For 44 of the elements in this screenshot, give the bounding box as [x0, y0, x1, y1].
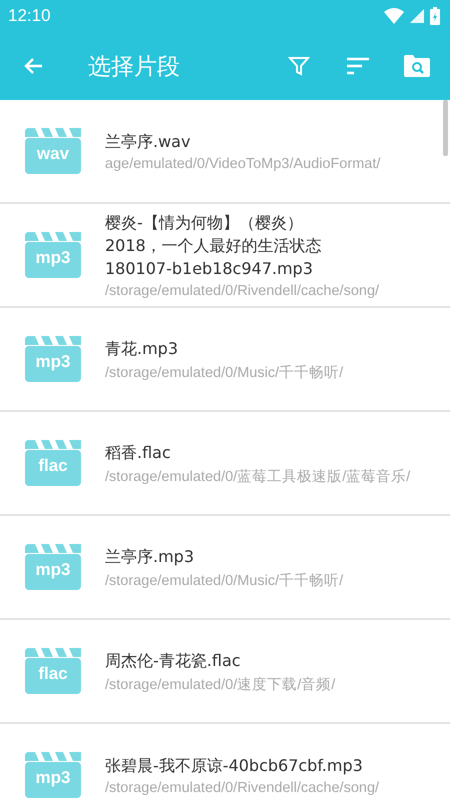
battery-icon [430, 7, 440, 25]
file-row[interactable]: flac 稻香.flac /storage/emulated/0/蓝莓工具极速版/蓝莓音乐/ [0, 412, 450, 516]
file-name: 青花.mp3 [105, 338, 180, 360]
file-path: /storage/emulated/0/Rivendell/cache/song/ [105, 283, 380, 299]
file-name: 兰亭序.mp3 [105, 546, 196, 568]
file-path: /storage/emulated/0/蓝莓工具极速版/蓝莓音乐/ [105, 468, 412, 486]
clapperboard-icon [25, 128, 81, 174]
file-name: 周杰伦-青花瓷.flac [105, 650, 242, 672]
clapperboard-icon [25, 232, 81, 278]
format-label: mp3 [34, 560, 72, 580]
format-label: mp3 [34, 768, 72, 788]
format-label: mp3 [34, 248, 72, 268]
screen-title: 选择片段 [88, 52, 181, 82]
format-label: wav [36, 144, 70, 164]
file-name: 兰亭序.wav [105, 131, 192, 153]
file-row[interactable]: wav 兰亭序.wav age/emulated/0/VideoToMp3/AudioFormat/ [0, 100, 450, 204]
clapperboard-icon [25, 336, 81, 382]
filter-button[interactable] [288, 55, 310, 77]
format-label: mp3 [34, 352, 72, 372]
clapperboard-icon [25, 648, 81, 694]
file-path: /storage/emulated/0/Music/千千畅听/ [105, 572, 344, 590]
signal-icon [410, 9, 424, 23]
file-row[interactable]: flac 周杰伦-青花瓷.flac /storage/emulated/0/速度下载/音频/ [0, 620, 450, 724]
file-name: 稻香.flac [105, 442, 172, 464]
wifi-icon [384, 8, 404, 24]
file-row[interactable]: mp3 樱炎-【情为何物】（樱炎） 2018，一个人最好的生活状态 180107-b1eb18c947.mp3 /storage/emulated/0/Rivendell/cache/song/ [0, 204, 450, 308]
clapperboard-icon [25, 544, 81, 590]
file-path: /storage/emulated/0/Rivendell/cache/song/ [105, 780, 380, 796]
format-label: flac [37, 664, 69, 684]
format-label: flac [37, 456, 69, 476]
file-path: /storage/emulated/0/Music/千千畅听/ [105, 364, 344, 382]
file-name: 张碧晨-我不原谅-40bcb67cbf.mp3 [105, 755, 364, 777]
file-name: 樱炎-【情为何物】（樱炎） 2018，一个人最好的生活状态 180107-b1eb18c947.mp3 [105, 212, 323, 280]
file-row[interactable]: mp3 张碧晨-我不原谅-40bcb67cbf.mp3 /storage/emulated/0/Rivendell/cache/song/ [0, 724, 450, 800]
file-path: /storage/emulated/0/速度下载/音频/ [105, 676, 336, 694]
scrollbar [443, 100, 448, 156]
clapperboard-icon [25, 752, 81, 798]
file-row[interactable]: mp3 兰亭序.mp3 /storage/emulated/0/Music/千千畅听/ [0, 516, 450, 620]
status-time: 12:10 [8, 6, 51, 26]
clapperboard-icon [25, 440, 81, 486]
folder-search-button[interactable] [404, 55, 430, 77]
file-row[interactable]: mp3 青花.mp3 /storage/emulated/0/Music/千千畅听/ [0, 308, 450, 412]
file-path: age/emulated/0/VideoToMp3/AudioFormat/ [105, 156, 382, 172]
sort-button[interactable] [346, 57, 370, 75]
